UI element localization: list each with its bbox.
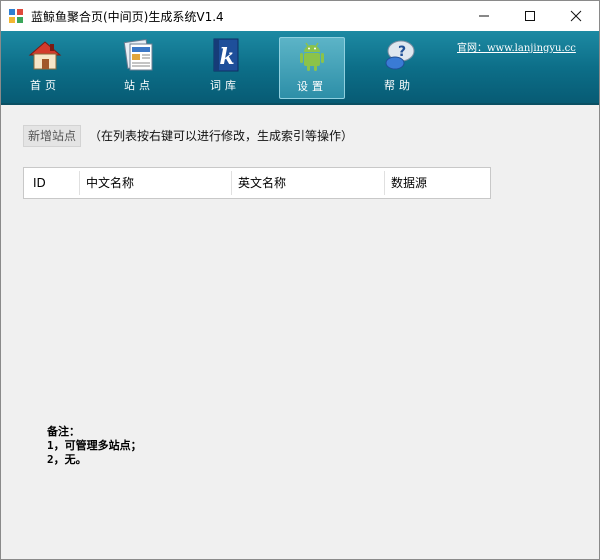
toolbar-settings[interactable]: 设置 (279, 37, 345, 99)
toolbar-lexicon-label: 词库 (210, 79, 240, 92)
notes-line-1: 1，可管理多站点； (47, 439, 142, 452)
sites-table[interactable]: ID 中文名称 英文名称 数据源 (23, 167, 491, 199)
house-icon (28, 41, 62, 70)
column-header-id[interactable]: ID (27, 171, 80, 195)
close-button[interactable] (553, 1, 599, 31)
add-site-button[interactable]: 新增站点 (23, 125, 82, 147)
toolbar-sites-label: 站点 (124, 79, 154, 92)
context-menu-hint: （在列表按右键可以进行修改，生成索引等操作） (89, 129, 354, 143)
toolbar-sites[interactable]: 站点 (107, 37, 171, 97)
settings-panel: 新增站点 （在列表按右键可以进行修改，生成索引等操作） ID 中文名称 英文名称… (1, 105, 599, 559)
toolbar-lexicon[interactable]: k 词库 (193, 37, 257, 97)
column-header-english-name[interactable]: 英文名称 (232, 171, 385, 195)
app-window: 蓝鲸鱼聚合页(中间页)生成系统V1.4 首页 站点 k 词库 设置 ? 帮助 官… (0, 0, 600, 560)
window-title: 蓝鲸鱼聚合页(中间页)生成系统V1.4 (31, 10, 224, 24)
main-toolbar: 首页 站点 k 词库 设置 ? 帮助 官网：www.lanjingyu.cc (1, 31, 599, 105)
column-header-data-source[interactable]: 数据源 (385, 171, 487, 195)
official-site-link[interactable]: 官网：www.lanjingyu.cc (457, 39, 576, 54)
minimize-button[interactable] (461, 1, 507, 31)
toolbar-help[interactable]: ? 帮助 (367, 37, 431, 97)
help-bubble-icon: ? (385, 40, 415, 70)
notes-block: 备注： 1，可管理多站点； 2，无。 (47, 425, 142, 467)
close-icon (570, 10, 582, 22)
minimize-icon (479, 15, 489, 17)
notes-title: 备注： (47, 425, 80, 438)
maximize-icon (525, 11, 535, 21)
title-bar[interactable]: 蓝鲸鱼聚合页(中间页)生成系统V1.4 (1, 1, 599, 31)
toolbar-help-label: 帮助 (384, 79, 414, 92)
android-icon (300, 42, 324, 71)
k-book-icon: k (213, 38, 239, 72)
maximize-button[interactable] (507, 1, 553, 31)
svg-text:k: k (219, 44, 234, 70)
table-header: ID 中文名称 英文名称 数据源 (27, 171, 487, 195)
notes-line-2: 2，无。 (47, 453, 87, 466)
site-pages-icon (123, 39, 153, 71)
svg-text:?: ? (398, 44, 406, 60)
toolbar-home[interactable]: 首页 (13, 37, 77, 97)
app-icon (9, 9, 23, 23)
toolbar-settings-label: 设置 (297, 80, 327, 93)
column-header-chinese-name[interactable]: 中文名称 (80, 171, 232, 195)
toolbar-home-label: 首页 (30, 79, 60, 92)
